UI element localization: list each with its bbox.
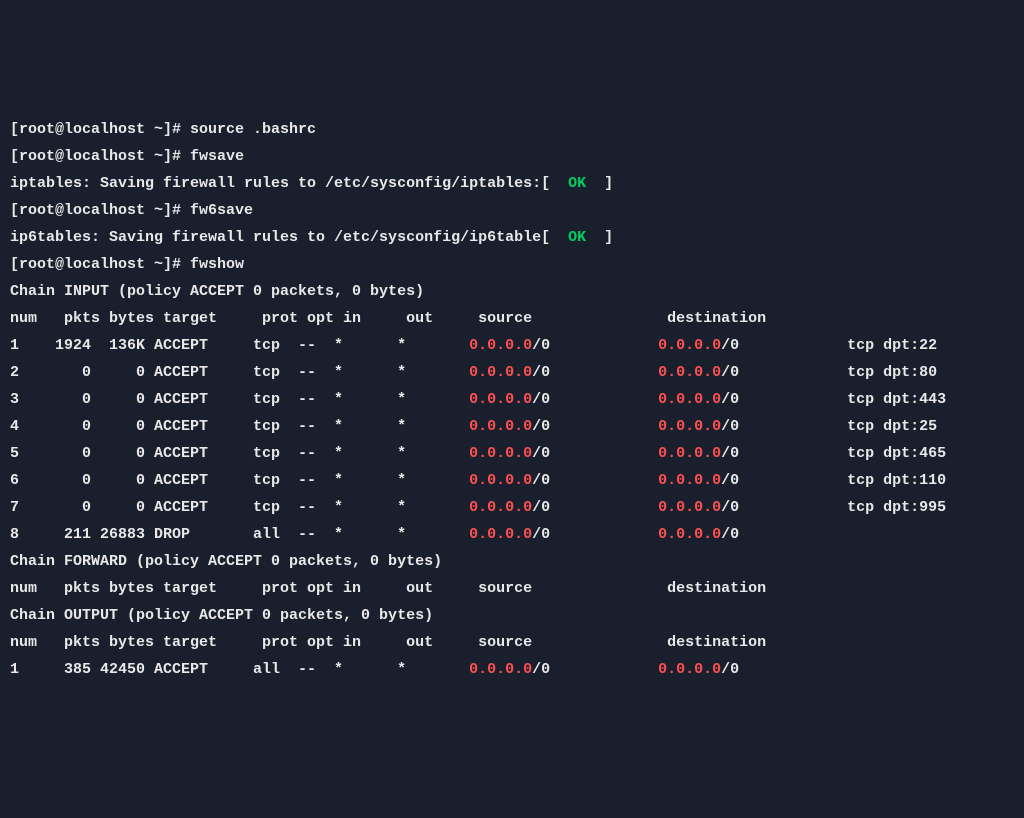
source-ip: 0.0.0.0 [469,418,532,435]
iptables-rule-row: 4 0 0 ACCEPT tcp -- * * 0.0.0.0/0 0.0.0.… [10,413,1014,440]
iptables-rule-row: 8 211 26883 DROP all -- * * 0.0.0.0/0 0.… [10,521,1014,548]
prompt-line: [root@localhost ~]# source .bashrc [10,116,1014,143]
iptables-rule-row: 3 0 0 ACCEPT tcp -- * * 0.0.0.0/0 0.0.0.… [10,386,1014,413]
destination-ip: 0.0.0.0 [658,472,721,489]
source-ip: 0.0.0.0 [469,499,532,516]
iptables-rule-row: 7 0 0 ACCEPT tcp -- * * 0.0.0.0/0 0.0.0.… [10,494,1014,521]
rule-extra: tcp dpt:465 [847,445,946,462]
destination-ip: 0.0.0.0 [658,661,721,678]
iptables-rule-row: 6 0 0 ACCEPT tcp -- * * 0.0.0.0/0 0.0.0.… [10,467,1014,494]
destination-ip: 0.0.0.0 [658,337,721,354]
chain-input-header: Chain INPUT (policy ACCEPT 0 packets, 0 … [10,278,1014,305]
source-ip: 0.0.0.0 [469,391,532,408]
destination-ip: 0.0.0.0 [658,445,721,462]
iptables-rule-row: 2 0 0 ACCEPT tcp -- * * 0.0.0.0/0 0.0.0.… [10,359,1014,386]
command-text: source .bashrc [190,121,316,138]
rule-extra: tcp dpt:25 [847,418,937,435]
save-status-line: iptables: Saving firewall rules to /etc/… [10,170,1014,197]
terminal-output[interactable]: [root@localhost ~]# source .bashrc[root@… [10,116,1014,683]
save-status-line: ip6tables: Saving firewall rules to /etc… [10,224,1014,251]
shell-prompt: [root@localhost ~]# [10,148,190,165]
source-ip: 0.0.0.0 [469,445,532,462]
rule-extra: tcp dpt:995 [847,499,946,516]
iptables-rule-row: 1 1924 136K ACCEPT tcp -- * * 0.0.0.0/0 … [10,332,1014,359]
prompt-line: [root@localhost ~]# fwsave [10,143,1014,170]
destination-ip: 0.0.0.0 [658,499,721,516]
rule-extra: tcp dpt:443 [847,391,946,408]
chain-forward-header: Chain FORWARD (policy ACCEPT 0 packets, … [10,548,1014,575]
prompt-line: [root@localhost ~]# fwshow [10,251,1014,278]
command-text: fw6save [190,202,253,219]
shell-prompt: [root@localhost ~]# [10,202,190,219]
ok-status: OK [550,229,604,246]
shell-prompt: [root@localhost ~]# [10,121,190,138]
source-ip: 0.0.0.0 [469,472,532,489]
command-text: fwsave [190,148,244,165]
rule-extra: tcp dpt:80 [847,364,937,381]
destination-ip: 0.0.0.0 [658,526,721,543]
ok-status: OK [550,175,604,192]
source-ip: 0.0.0.0 [469,337,532,354]
command-text: fwshow [190,256,244,273]
iptables-rule-row: 1 385 42450 ACCEPT all -- * * 0.0.0.0/0 … [10,656,1014,683]
shell-prompt: [root@localhost ~]# [10,256,190,273]
rule-extra: tcp dpt:110 [847,472,946,489]
chain-output-header: Chain OUTPUT (policy ACCEPT 0 packets, 0… [10,602,1014,629]
column-header: num pkts bytes target prot opt in out so… [10,305,1014,332]
source-ip: 0.0.0.0 [469,364,532,381]
destination-ip: 0.0.0.0 [658,418,721,435]
source-ip: 0.0.0.0 [469,661,532,678]
rule-extra: tcp dpt:22 [847,337,937,354]
destination-ip: 0.0.0.0 [658,391,721,408]
destination-ip: 0.0.0.0 [658,364,721,381]
prompt-line: [root@localhost ~]# fw6save [10,197,1014,224]
column-header: num pkts bytes target prot opt in out so… [10,629,1014,656]
iptables-rule-row: 5 0 0 ACCEPT tcp -- * * 0.0.0.0/0 0.0.0.… [10,440,1014,467]
column-header: num pkts bytes target prot opt in out so… [10,575,1014,602]
source-ip: 0.0.0.0 [469,526,532,543]
